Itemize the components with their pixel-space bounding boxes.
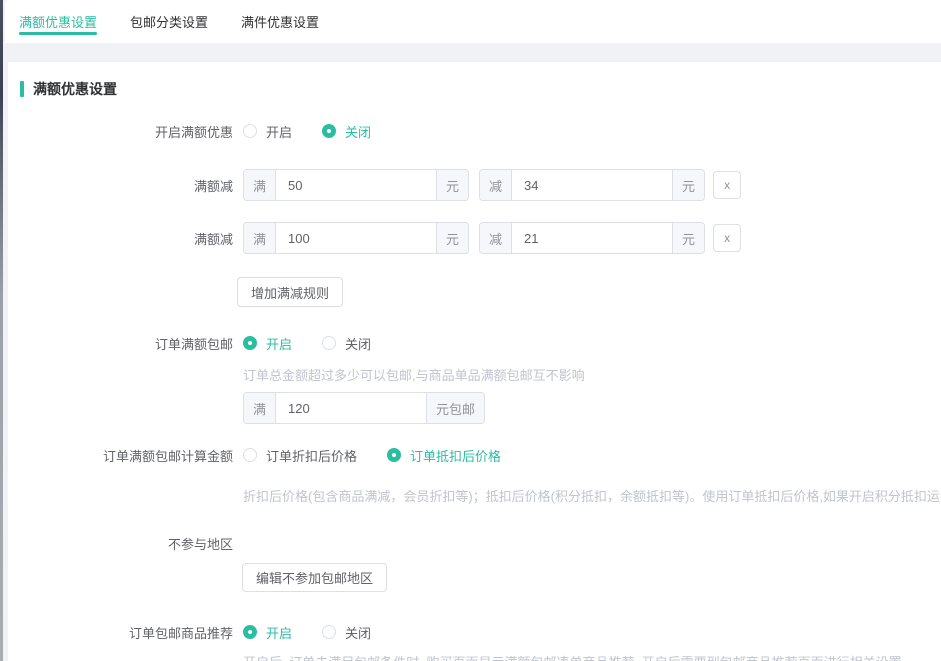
radio-label: 关闭: [345, 623, 371, 642]
radio-label: 开启: [266, 122, 292, 141]
form-row-excluded-region: 不参与地区: [8, 527, 941, 559]
radio-free-shipping-off[interactable]: 关闭: [322, 334, 371, 353]
radio-enable-off[interactable]: 关闭: [322, 122, 371, 141]
form-row-rule-2: 满额减 满 元 减 元 x: [8, 222, 941, 254]
discount-input-group: 减 元: [479, 169, 705, 201]
rule2-threshold-input[interactable]: [276, 223, 436, 253]
radio-circle-icon: [243, 448, 257, 462]
prefix-minus: 减: [480, 170, 512, 200]
add-rule-button[interactable]: 增加满减规则: [237, 277, 343, 307]
rule2-discount-input[interactable]: [512, 223, 672, 253]
field-label: 不参与地区: [8, 534, 233, 553]
suffix-yuan: 元: [436, 170, 468, 200]
form-row-calc-amount: 订单满额包邮计算金额 订单折扣后价格 订单抵扣后价格: [8, 439, 941, 471]
form-row-recommend: 订单包邮商品推荐 开启 关闭: [8, 616, 941, 648]
radio-circle-icon: [322, 124, 336, 138]
radio-circle-icon: [243, 336, 257, 350]
field-label: 开启满额优惠: [8, 122, 233, 141]
radio-circle-icon: [322, 625, 336, 639]
field-label: 满额减: [8, 229, 233, 248]
free-shipping-help-text: 订单总金额超过多少可以包邮,与商品单品满额包邮互不影响: [243, 365, 941, 384]
suffix-yuan: 元: [672, 223, 704, 253]
form-row-order-free-shipping: 订单满额包邮 开启 关闭: [8, 327, 941, 359]
settings-card: 满额优惠设置 开启满额优惠 开启 关闭 满额减 满: [8, 62, 941, 661]
free-shipping-amount-group: 满 元包邮: [243, 392, 485, 424]
radio-discounted-price[interactable]: 订单折扣后价格: [243, 446, 357, 465]
section-title: 满额优惠设置: [33, 79, 117, 99]
radio-label: 订单抵扣后价格: [410, 446, 501, 465]
threshold-input-group: 满 元: [243, 169, 469, 201]
field-label: 订单满额包邮计算金额: [8, 446, 233, 465]
field-label: 满额减: [8, 176, 233, 195]
rule1-threshold-input[interactable]: [276, 170, 436, 200]
tab-label: 满件优惠设置: [241, 12, 319, 31]
radio-circle-icon: [243, 124, 257, 138]
remove-rule-button[interactable]: x: [713, 224, 741, 252]
radio-label: 关闭: [345, 122, 371, 141]
page: 满额优惠设置 包邮分类设置 满件优惠设置 满额优惠设置 开启满额优惠 开启: [0, 0, 941, 661]
tab-label: 包邮分类设置: [130, 12, 208, 31]
radio-recommend-on[interactable]: 开启: [243, 623, 292, 642]
section-accent-bar: [20, 81, 24, 97]
suffix-yuan: 元: [436, 223, 468, 253]
radio-deducted-price[interactable]: 订单抵扣后价格: [387, 446, 501, 465]
settings-tabbar: 满额优惠设置 包邮分类设置 满件优惠设置: [5, 0, 941, 44]
tab-label: 满额优惠设置: [19, 12, 97, 31]
prefix-minus: 减: [480, 223, 512, 253]
form-row-rule-1: 满额减 满 元 减 元 x: [8, 169, 941, 201]
calc-amount-help-text: 折扣后价格(包含商品满减，会员折扣等)；抵扣后价格(积分抵扣，余额抵扣等)。使用…: [243, 486, 941, 505]
threshold-input-group: 满 元: [243, 222, 469, 254]
tab-full-quantity-discount[interactable]: 满件优惠设置: [241, 0, 319, 43]
form-row-enable-discount: 开启满额优惠 开启 关闭: [8, 115, 941, 147]
discount-input-group: 减 元: [479, 222, 705, 254]
prefix-full: 满: [244, 223, 276, 253]
free-shipping-amount-input[interactable]: [276, 393, 426, 423]
suffix-yuan: 元: [672, 170, 704, 200]
remove-rule-button[interactable]: x: [713, 171, 741, 199]
edit-excluded-region-button[interactable]: 编辑不参加包邮地区: [242, 563, 387, 592]
field-label: 订单包邮商品推荐: [8, 623, 233, 642]
radio-circle-icon: [322, 336, 336, 350]
collapsed-sidebar-edge: [0, 0, 3, 661]
radio-enable-on[interactable]: 开启: [243, 122, 292, 141]
tab-full-amount-discount[interactable]: 满额优惠设置: [19, 0, 97, 43]
radio-free-shipping-on[interactable]: 开启: [243, 334, 292, 353]
recommend-help-text-clipped: 开启后, 订单未满足包邮条件时, 购买页面显示满额包邮凑单商品推荐, 开启后需要…: [243, 652, 941, 661]
prefix-full: 满: [244, 393, 276, 423]
prefix-full: 满: [244, 170, 276, 200]
radio-label: 关闭: [345, 334, 371, 353]
radio-label: 开启: [266, 623, 292, 642]
rule1-discount-input[interactable]: [512, 170, 672, 200]
form-row-free-shipping-amount: 满 元包邮: [8, 392, 941, 424]
suffix-yuan-free-shipping: 元包邮: [426, 393, 484, 423]
radio-recommend-off[interactable]: 关闭: [322, 623, 371, 642]
section-header: 满额优惠设置: [20, 79, 117, 99]
field-label: 订单满额包邮: [8, 334, 233, 353]
radio-label: 订单折扣后价格: [266, 446, 357, 465]
radio-label: 开启: [266, 334, 292, 353]
radio-circle-icon: [387, 448, 401, 462]
tab-free-shipping-category[interactable]: 包邮分类设置: [130, 0, 208, 43]
radio-circle-icon: [243, 625, 257, 639]
